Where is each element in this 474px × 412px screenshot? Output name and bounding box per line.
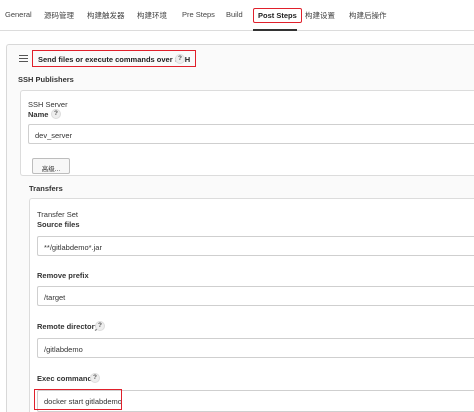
tab-source-management[interactable]: 源码管理	[44, 10, 74, 21]
ssh-server-heading: SSH Server	[28, 100, 68, 109]
remove-prefix-input[interactable]: /target	[37, 286, 474, 306]
ssh-publishers-heading: SSH Publishers	[18, 75, 74, 84]
tab-build-settings[interactable]: 构建设置	[305, 10, 335, 21]
exec-command-help-icon[interactable]: ?	[90, 373, 100, 383]
exec-command-label: Exec command	[37, 374, 93, 383]
source-files-label: Source files	[37, 220, 80, 229]
tab-build-triggers[interactable]: 构建触发器	[87, 10, 125, 21]
exec-command-highlight	[34, 389, 122, 410]
tab-build-environment[interactable]: 构建环境	[137, 10, 167, 21]
remote-directory-input[interactable]: /gitlabdemo	[37, 338, 474, 358]
advanced-button[interactable]: 高级...	[32, 158, 70, 174]
config-tab-bar: General 源码管理 构建触发器 构建环境 Pre Steps Build …	[0, 0, 474, 31]
drag-handle-icon[interactable]	[19, 55, 28, 62]
remove-prefix-label: Remove prefix	[37, 271, 89, 280]
name-field-label: Name	[28, 110, 49, 119]
transfer-set-heading: Transfer Set	[37, 210, 78, 219]
step-title: Send files or execute commands over SSH	[32, 50, 197, 67]
server-name-select[interactable]: dev_server	[28, 124, 474, 144]
source-files-input[interactable]: **/gitlabdemo*.jar	[37, 236, 474, 256]
remote-directory-label: Remote directory	[37, 322, 99, 331]
tab-general[interactable]: General	[5, 10, 32, 19]
step-help-icon[interactable]: ?	[175, 54, 185, 64]
tab-post-build-actions[interactable]: 构建后操作	[349, 10, 387, 21]
active-tab-indicator	[253, 29, 297, 31]
name-help-icon[interactable]: ?	[51, 109, 61, 119]
transfers-heading: Transfers	[29, 184, 63, 193]
tab-build[interactable]: Build	[226, 10, 243, 19]
tab-pre-steps[interactable]: Pre Steps	[182, 10, 215, 19]
tab-post-steps[interactable]: Post Steps	[253, 8, 302, 23]
remote-directory-help-icon[interactable]: ?	[95, 321, 105, 331]
